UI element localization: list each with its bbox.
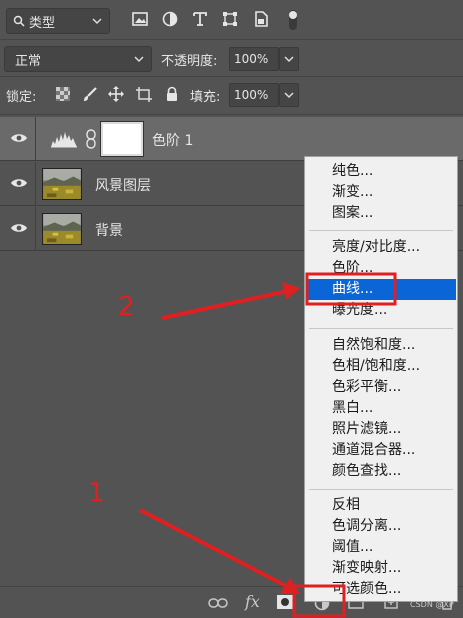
link-icon[interactable]: [85, 129, 97, 149]
menu-item-black-white[interactable]: 黑白...: [306, 398, 456, 419]
chevron-down-icon: [92, 18, 102, 25]
blend-mode-select[interactable]: 正常: [4, 46, 152, 72]
menu-item-posterize[interactable]: 色调分离...: [306, 516, 456, 537]
levels-adjustment-icon: [51, 132, 77, 148]
chevron-down-icon: [284, 92, 294, 99]
menu-item-exposure[interactable]: 曝光度...: [306, 300, 456, 321]
type-filter-icon[interactable]: [191, 10, 209, 28]
adjustment-filter-icon[interactable]: [161, 10, 179, 28]
lock-transparent-icon[interactable]: [55, 86, 71, 102]
filter-toggle-icon[interactable]: [286, 8, 300, 32]
opacity-dropdown[interactable]: [279, 47, 299, 71]
layer-name: 色阶 1: [152, 133, 194, 149]
annotation-step-2: 2: [118, 292, 135, 322]
image-filter-icon[interactable]: [131, 10, 149, 28]
menu-item-pattern[interactable]: 图案...: [306, 203, 456, 224]
menu-item-threshold[interactable]: 阈值...: [306, 537, 456, 558]
layer-name: 风景图层: [95, 178, 151, 194]
visibility-cell[interactable]: [0, 162, 36, 205]
lock-all-icon[interactable]: [164, 86, 180, 102]
visibility-cell[interactable]: [0, 207, 36, 250]
mask-icon[interactable]: [277, 595, 293, 609]
lock-brush-icon[interactable]: [82, 86, 98, 102]
menu-item-photo-filter[interactable]: 照片滤镜...: [306, 419, 456, 440]
menu-item-levels[interactable]: 色阶...: [306, 258, 456, 279]
watermark: CSDN @XP: [410, 600, 454, 609]
layer-filter-bar: 类型: [0, 0, 463, 38]
eye-icon[interactable]: [10, 221, 28, 235]
menu-item-vibrance[interactable]: 自然饱和度...: [306, 335, 456, 356]
layer-thumbnail: [42, 168, 82, 200]
menu-item-brightness-contrast[interactable]: 亮度/对比度...: [306, 237, 456, 258]
layer-row-levels[interactable]: 色阶 1: [0, 117, 463, 161]
fill-dropdown[interactable]: [279, 83, 299, 107]
menu-item-gradient-map[interactable]: 渐变映射...: [306, 558, 456, 579]
menu-item-hue-saturation[interactable]: 色相/饱和度...: [306, 356, 456, 377]
chevron-down-icon: [134, 56, 144, 63]
lock-artboard-icon[interactable]: [136, 86, 152, 102]
fill-label: 填充:: [190, 90, 221, 105]
menu-item-color-balance[interactable]: 色彩平衡...: [306, 377, 456, 398]
annotation-step-1: 1: [88, 478, 105, 508]
layer-name: 背景: [95, 223, 123, 239]
visibility-cell[interactable]: [0, 117, 36, 160]
menu-separator: [309, 489, 453, 490]
menu-separator: [309, 328, 453, 329]
eye-icon[interactable]: [10, 131, 28, 145]
menu-item-solid-color[interactable]: 纯色...: [306, 161, 456, 182]
adjustment-layer-menu: 纯色... 渐变... 图案... 亮度/对比度... 色阶... 曲线... …: [304, 156, 458, 602]
filter-kind-select[interactable]: 类型: [6, 8, 110, 34]
filter-kind-label: 类型: [29, 15, 56, 31]
menu-item-invert[interactable]: 反相: [306, 495, 456, 516]
menu-item-gradient[interactable]: 渐变...: [306, 182, 456, 203]
fill-input[interactable]: 100%: [229, 83, 279, 107]
opacity-label: 不透明度:: [161, 54, 218, 69]
layer-thumbnail: [42, 213, 82, 245]
blend-mode-value: 正常: [15, 53, 42, 69]
menu-separator: [309, 230, 453, 231]
opacity-input[interactable]: 100%: [229, 47, 279, 71]
menu-item-curves[interactable]: 曲线...: [306, 279, 456, 300]
fx-icon[interactable]: fx: [245, 592, 260, 611]
smart-object-filter-icon[interactable]: [252, 10, 270, 28]
menu-item-selective-color[interactable]: 可选颜色...: [306, 579, 456, 600]
layer-mask-thumbnail[interactable]: [100, 121, 144, 157]
lock-label: 锁定:: [6, 90, 37, 105]
eye-icon[interactable]: [10, 176, 28, 190]
chevron-down-icon: [284, 56, 294, 63]
search-icon: [13, 15, 25, 27]
menu-item-color-lookup[interactable]: 颜色查找...: [306, 461, 456, 482]
shape-filter-icon[interactable]: [221, 10, 239, 28]
lock-position-icon[interactable]: [108, 86, 124, 102]
link-icon[interactable]: [208, 596, 228, 610]
menu-item-channel-mixer[interactable]: 通道混合器...: [306, 440, 456, 461]
